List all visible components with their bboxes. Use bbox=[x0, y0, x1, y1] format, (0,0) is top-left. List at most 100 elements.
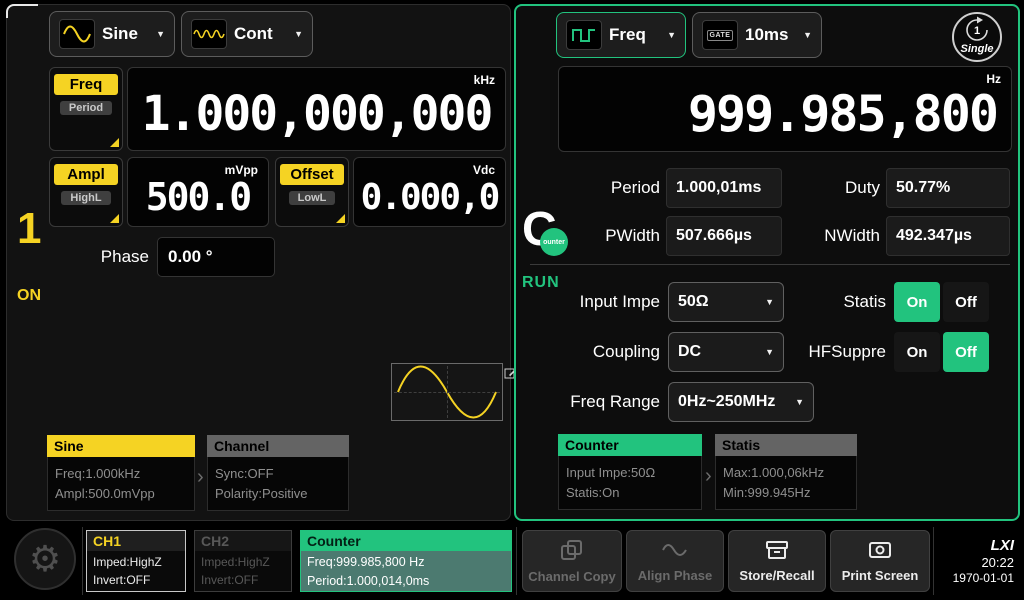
ch1-card-title: CH1 bbox=[87, 531, 185, 551]
sine-card-line2: Ampl:500.0mVpp bbox=[55, 486, 187, 501]
counter-status-card[interactable]: Counter Freq:999.985,800 Hz Period:1.000… bbox=[300, 530, 512, 592]
freq-label: Freq bbox=[54, 74, 118, 95]
coupling-label: Coupling bbox=[536, 332, 660, 372]
store-recall-icon bbox=[765, 540, 789, 565]
channel-card-title: Channel bbox=[207, 435, 349, 457]
continuous-wave-icon bbox=[191, 19, 227, 49]
system-menu-button[interactable]: ⚙ bbox=[14, 528, 76, 590]
statis-card-line1: Max:1.000,06kHz bbox=[723, 465, 849, 480]
chevron-down-icon: ▼ bbox=[803, 30, 812, 40]
align-phase-button[interactable]: Align Phase bbox=[626, 530, 724, 592]
counter-mode-dropdown[interactable]: Freq ▼ bbox=[556, 12, 686, 58]
offset-sub-label: LowL bbox=[289, 191, 336, 205]
channel-copy-icon bbox=[560, 539, 584, 566]
counter-card-title: Counter bbox=[558, 434, 702, 456]
ch1-card-line2: Invert:OFF bbox=[93, 571, 179, 589]
duty-label: Duty bbox=[790, 168, 880, 208]
store-recall-button[interactable]: Store/Recall bbox=[728, 530, 826, 592]
chevron-right-icon: › bbox=[197, 467, 204, 487]
divider bbox=[82, 527, 83, 595]
statis-on-button[interactable]: On bbox=[894, 282, 940, 322]
nwidth-label: NWidth bbox=[790, 216, 880, 256]
offset-display[interactable]: Vdc 0.000,0 bbox=[353, 157, 506, 227]
ch1-state-label: ON bbox=[17, 287, 41, 305]
ampl-param-button[interactable]: Ampl HighL bbox=[49, 157, 123, 227]
freq-range-select[interactable]: 0Hz~250MHz ▼ bbox=[668, 382, 814, 422]
ch1-number: 1 bbox=[17, 207, 41, 251]
coupling-value: DC bbox=[678, 343, 701, 361]
statis-info-card[interactable]: Statis Max:1.000,06kHz Min:999.945Hz bbox=[715, 434, 857, 510]
align-phase-label: Align Phase bbox=[638, 568, 712, 583]
counter-value: 999.985,800 bbox=[559, 75, 1011, 143]
chevron-right-icon: › bbox=[705, 466, 712, 486]
gate-icon: GATE bbox=[702, 20, 738, 50]
channel-info-card[interactable]: Channel Sync:OFF Polarity:Positive bbox=[207, 435, 349, 511]
channel-copy-label: Channel Copy bbox=[528, 569, 615, 584]
chevron-down-icon: ▼ bbox=[667, 30, 676, 40]
freq-display[interactable]: kHz 1.000,000,000 bbox=[127, 67, 506, 151]
divider bbox=[933, 527, 934, 595]
ch2-card-line2: Invert:OFF bbox=[201, 571, 285, 589]
freq-unit: kHz bbox=[474, 73, 495, 87]
statis-card-line2: Min:999.945Hz bbox=[723, 485, 849, 500]
single-button[interactable]: 1 Single bbox=[952, 12, 1002, 62]
counter-mode-value: Freq bbox=[609, 25, 646, 45]
sine-card-title: Sine bbox=[47, 435, 195, 457]
input-impedance-select[interactable]: 50Ω ▼ bbox=[668, 282, 784, 322]
gate-time-dropdown[interactable]: GATE 10ms ▼ bbox=[692, 12, 822, 58]
single-count: 1 bbox=[974, 25, 980, 37]
statis-label: Statis bbox=[796, 282, 886, 322]
counter-info-card[interactable]: Counter Input Impe:50Ω Statis:On bbox=[558, 434, 702, 510]
ch1-status-card[interactable]: CH1 Imped:HighZ Invert:OFF bbox=[86, 530, 186, 592]
corner-indicator-icon bbox=[110, 138, 119, 147]
sine-info-card[interactable]: Sine Freq:1.000kHz Ampl:500.0mVpp bbox=[47, 435, 195, 511]
period-label: Period bbox=[550, 168, 660, 208]
chevron-down-icon: ▼ bbox=[785, 397, 804, 407]
freq-param-button[interactable]: Freq Period bbox=[49, 67, 123, 151]
waveform-preview[interactable] bbox=[391, 363, 503, 421]
square-wave-icon bbox=[566, 20, 602, 50]
print-screen-icon bbox=[868, 540, 892, 565]
phase-value: 0.00 ° bbox=[168, 247, 213, 267]
clock-time: 20:22 bbox=[981, 555, 1014, 570]
counter-main-display[interactable]: Hz 999.985,800 bbox=[558, 66, 1012, 152]
system-status-area[interactable]: LXI 20:22 1970-01-01 bbox=[936, 528, 1020, 594]
gear-logo-icon: ⚙ bbox=[29, 538, 61, 580]
pwidth-value: 507.666µs bbox=[666, 216, 782, 256]
chevron-down-icon: ▼ bbox=[755, 297, 774, 307]
single-icon: 1 Single bbox=[954, 14, 1000, 60]
counter-status-line2: Period:1.000,014,0ms bbox=[307, 572, 505, 591]
single-label: Single bbox=[960, 43, 993, 55]
channel-copy-button[interactable]: Channel Copy bbox=[522, 530, 622, 592]
counter-unit: Hz bbox=[986, 72, 1001, 86]
counter-card-line1: Input Impe:50Ω bbox=[566, 465, 694, 480]
nwidth-value: 492.347µs bbox=[886, 216, 1010, 256]
print-screen-button[interactable]: Print Screen bbox=[830, 530, 930, 592]
mode-dropdown-value: Cont bbox=[234, 24, 273, 44]
mode-dropdown[interactable]: Cont ▼ bbox=[181, 11, 313, 57]
chevron-down-icon: ▼ bbox=[755, 347, 774, 357]
waveform-dropdown[interactable]: Sine ▼ bbox=[49, 11, 175, 57]
clock-date: 1970-01-01 bbox=[953, 571, 1014, 585]
counter-status-title: Counter bbox=[301, 531, 511, 551]
waveform-dropdown-value: Sine bbox=[102, 24, 138, 44]
grid-line bbox=[447, 366, 448, 418]
print-screen-label: Print Screen bbox=[842, 568, 919, 583]
ch2-status-card[interactable]: CH2 Imped:HighZ Invert:OFF bbox=[194, 530, 292, 592]
ampl-sub-label: HighL bbox=[61, 191, 110, 205]
counter-card-line2: Statis:On bbox=[566, 485, 694, 500]
hfsuppre-on-button[interactable]: On bbox=[894, 332, 940, 372]
offset-param-button[interactable]: Offset LowL bbox=[275, 157, 349, 227]
ch1-panel: 1 ON Sine ▼ Cont ▼ Freq Period kHz 1.000… bbox=[6, 4, 511, 521]
gate-time-value: 10ms bbox=[745, 25, 788, 45]
phase-value-box[interactable]: 0.00 ° bbox=[157, 237, 275, 277]
ampl-display[interactable]: mVpp 500.0 bbox=[127, 157, 269, 227]
statis-toggle: On Off bbox=[894, 282, 989, 322]
offset-unit: Vdc bbox=[473, 163, 495, 177]
hfsuppre-toggle: On Off bbox=[894, 332, 989, 372]
statis-off-button[interactable]: Off bbox=[943, 282, 989, 322]
divider bbox=[530, 264, 1010, 265]
coupling-select[interactable]: DC ▼ bbox=[668, 332, 784, 372]
chevron-down-icon: ▼ bbox=[294, 29, 303, 39]
hfsuppre-off-button[interactable]: Off bbox=[943, 332, 989, 372]
